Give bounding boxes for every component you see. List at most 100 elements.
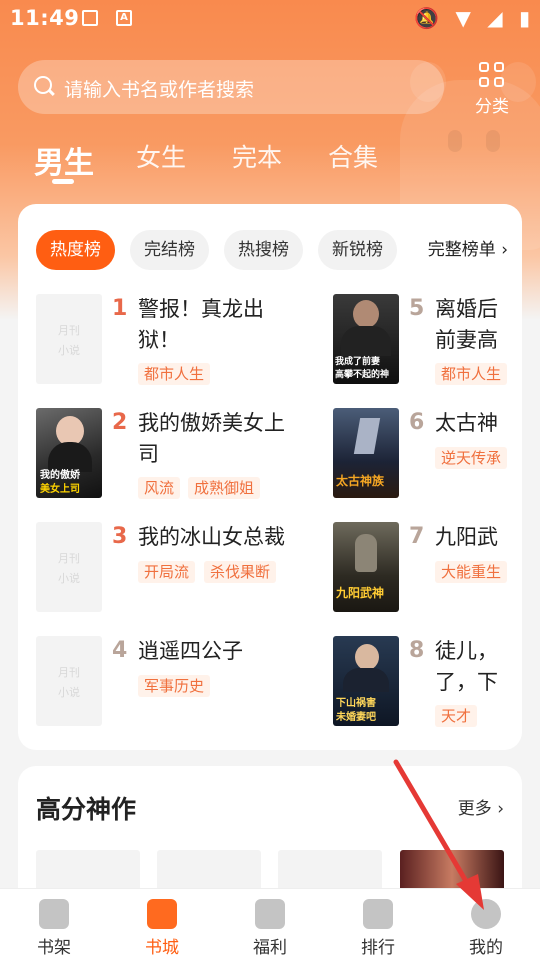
- book-tag: 杀伐果断: [204, 561, 277, 583]
- book-item-4[interactable]: 月刊小说 4 逍遥四公子 军事历史: [36, 636, 336, 736]
- status-icons: 🔕 ▼ ◢ ▮: [404, 6, 530, 30]
- rank-number: 3: [112, 524, 128, 549]
- book-title: 离婚后前妻高: [435, 297, 498, 352]
- image-icon: [82, 10, 98, 26]
- book-title: 九阳武: [435, 525, 498, 549]
- nav-label: 排行: [361, 938, 395, 958]
- rank-number: 2: [112, 410, 128, 435]
- mute-icon: 🔕: [414, 6, 440, 30]
- bookstore-icon: [147, 899, 177, 929]
- nav-ranking[interactable]: 排行: [338, 899, 418, 958]
- bottom-nav: 书架 书城 福利 排行 我的: [0, 888, 540, 960]
- cover-text: 小说: [58, 344, 80, 357]
- nav-profile[interactable]: 我的: [446, 899, 526, 958]
- book-tag: 都市人生: [138, 363, 211, 385]
- chip-search-rank[interactable]: 热搜榜: [224, 230, 303, 270]
- book-cover-placeholder: 月刊 小说: [36, 636, 102, 726]
- chip-hot-rank[interactable]: 热度榜: [36, 230, 115, 270]
- ranking-icon: [363, 899, 393, 929]
- book-title: 我的冰山女总裁: [138, 525, 285, 549]
- nav-bookshelf[interactable]: 书架: [14, 899, 94, 958]
- book-tag: 都市人生: [435, 363, 508, 385]
- cover-text: 小说: [58, 686, 80, 699]
- book-tag: 成熟御姐: [188, 477, 261, 499]
- bookshelf-icon: [39, 899, 69, 929]
- tab-collection[interactable]: 合集: [328, 138, 378, 174]
- cover-text: 下山祸害: [336, 698, 376, 709]
- book-tag: 大能重生: [435, 561, 508, 583]
- cover-text: 月刊: [58, 324, 80, 337]
- more-label: 更多: [457, 799, 492, 819]
- cover-text: 月刊: [58, 666, 80, 679]
- book-cover: 太古神族: [333, 408, 399, 498]
- rank-number: 8: [409, 638, 425, 663]
- book-item-8[interactable]: 下山祸害 未婚妻吧 8 徒儿，了，下 天才: [333, 636, 522, 736]
- book-title: 逍遥四公子: [138, 639, 243, 663]
- search-bar[interactable]: 请输入书名或作者搜索: [18, 60, 444, 114]
- rank-number: 7: [409, 524, 425, 549]
- rank-number: 6: [409, 410, 425, 435]
- cover-text: 月刊: [58, 552, 80, 565]
- book-item-1[interactable]: 月刊小说 1 警报！真龙出狱！ 都市人生: [36, 294, 336, 394]
- cover-text: 九阳武神: [336, 586, 385, 600]
- book-cover-placeholder: 月刊 小说: [36, 522, 102, 612]
- font-icon: A: [116, 10, 132, 26]
- full-rank-link[interactable]: 完整榜单 ›: [428, 230, 508, 270]
- book-item-5[interactable]: 我成了前妻 高攀不起的神 5 离婚后前妻高 都市人生: [333, 294, 522, 394]
- ranking-card: 热度榜 完结榜 热搜榜 新锐榜 完整榜单 › 月刊 小说 1 警报！真龙出狱！ 都…: [18, 204, 522, 750]
- rank-number: 5: [409, 296, 425, 321]
- nav-label: 书架: [37, 938, 71, 958]
- tab-male[interactable]: 男生: [34, 138, 94, 182]
- section-title: 高分神作: [36, 795, 137, 824]
- search-icon: [34, 76, 54, 96]
- cover-text: 我的傲娇: [40, 470, 80, 481]
- book-cover-placeholder: 月刊 小说: [36, 294, 102, 384]
- cover-text: 太古神族: [336, 474, 385, 488]
- grid-icon: [479, 62, 505, 88]
- full-rank-label: 完整榜单: [427, 240, 496, 260]
- tab-indicator: [52, 179, 74, 184]
- book-title: 太古神: [435, 411, 498, 435]
- nav-welfare[interactable]: 福利: [230, 899, 310, 958]
- cover-text: 未婚妻吧: [336, 712, 376, 723]
- cover-text: 美女上司: [40, 484, 80, 495]
- wifi-icon: ▼: [455, 6, 471, 30]
- nav-label: 书城: [145, 938, 179, 958]
- cover-text: 小说: [58, 572, 80, 585]
- book-item-6[interactable]: 太古神族 6 太古神 逆天传承: [333, 408, 522, 508]
- more-link[interactable]: 更多 ›: [458, 794, 504, 819]
- chevron-right-icon: ›: [497, 799, 504, 819]
- tab-female[interactable]: 女生: [136, 138, 186, 174]
- chip-finished-rank[interactable]: 完结榜: [130, 230, 209, 270]
- category-label: 分类: [475, 97, 509, 117]
- rank-number: 1: [112, 296, 128, 321]
- profile-icon: [471, 899, 501, 929]
- book-tag: 开局流: [138, 561, 196, 583]
- chip-new-rank[interactable]: 新锐榜: [318, 230, 397, 270]
- nav-label: 福利: [253, 938, 287, 958]
- book-title: 警报！真龙出狱！: [138, 297, 264, 352]
- rank-number: 4: [112, 638, 128, 663]
- book-item-7[interactable]: 九阳武神 7 九阳武 大能重生: [333, 522, 522, 622]
- cover-text: 我成了前妻: [335, 357, 381, 367]
- signal-icon: ◢: [487, 6, 503, 30]
- book-cover: 下山祸害 未婚妻吧: [333, 636, 399, 726]
- status-time: 11:49: [10, 6, 80, 30]
- book-cover: 我的傲娇 美女上司: [36, 408, 102, 498]
- gift-icon: [255, 899, 285, 929]
- book-tag: 逆天传承: [435, 447, 508, 469]
- nav-label: 我的: [469, 938, 503, 958]
- book-item-3[interactable]: 月刊小说 3 我的冰山女总裁 开局流 杀伐果断: [36, 522, 336, 622]
- book-tag: 天才: [435, 705, 478, 727]
- category-button[interactable]: 分类: [466, 62, 518, 117]
- chevron-right-icon: ›: [501, 240, 508, 260]
- tab-completed[interactable]: 完本: [232, 138, 282, 174]
- search-input[interactable]: 请输入书名或作者搜索: [64, 75, 254, 102]
- book-tag: 军事历史: [138, 675, 211, 697]
- book-title: 徒儿，了，下: [435, 639, 498, 694]
- cover-text: 高攀不起的神: [335, 370, 390, 380]
- book-item-2[interactable]: 我的傲娇 美女上司 2 我的傲娇美女上司 风流 成熟御姐: [36, 408, 336, 508]
- book-tag: 风流: [138, 477, 181, 499]
- status-bar: 11:49 A 🔕 ▼ ◢ ▮: [0, 0, 540, 38]
- nav-bookstore[interactable]: 书城: [122, 899, 202, 958]
